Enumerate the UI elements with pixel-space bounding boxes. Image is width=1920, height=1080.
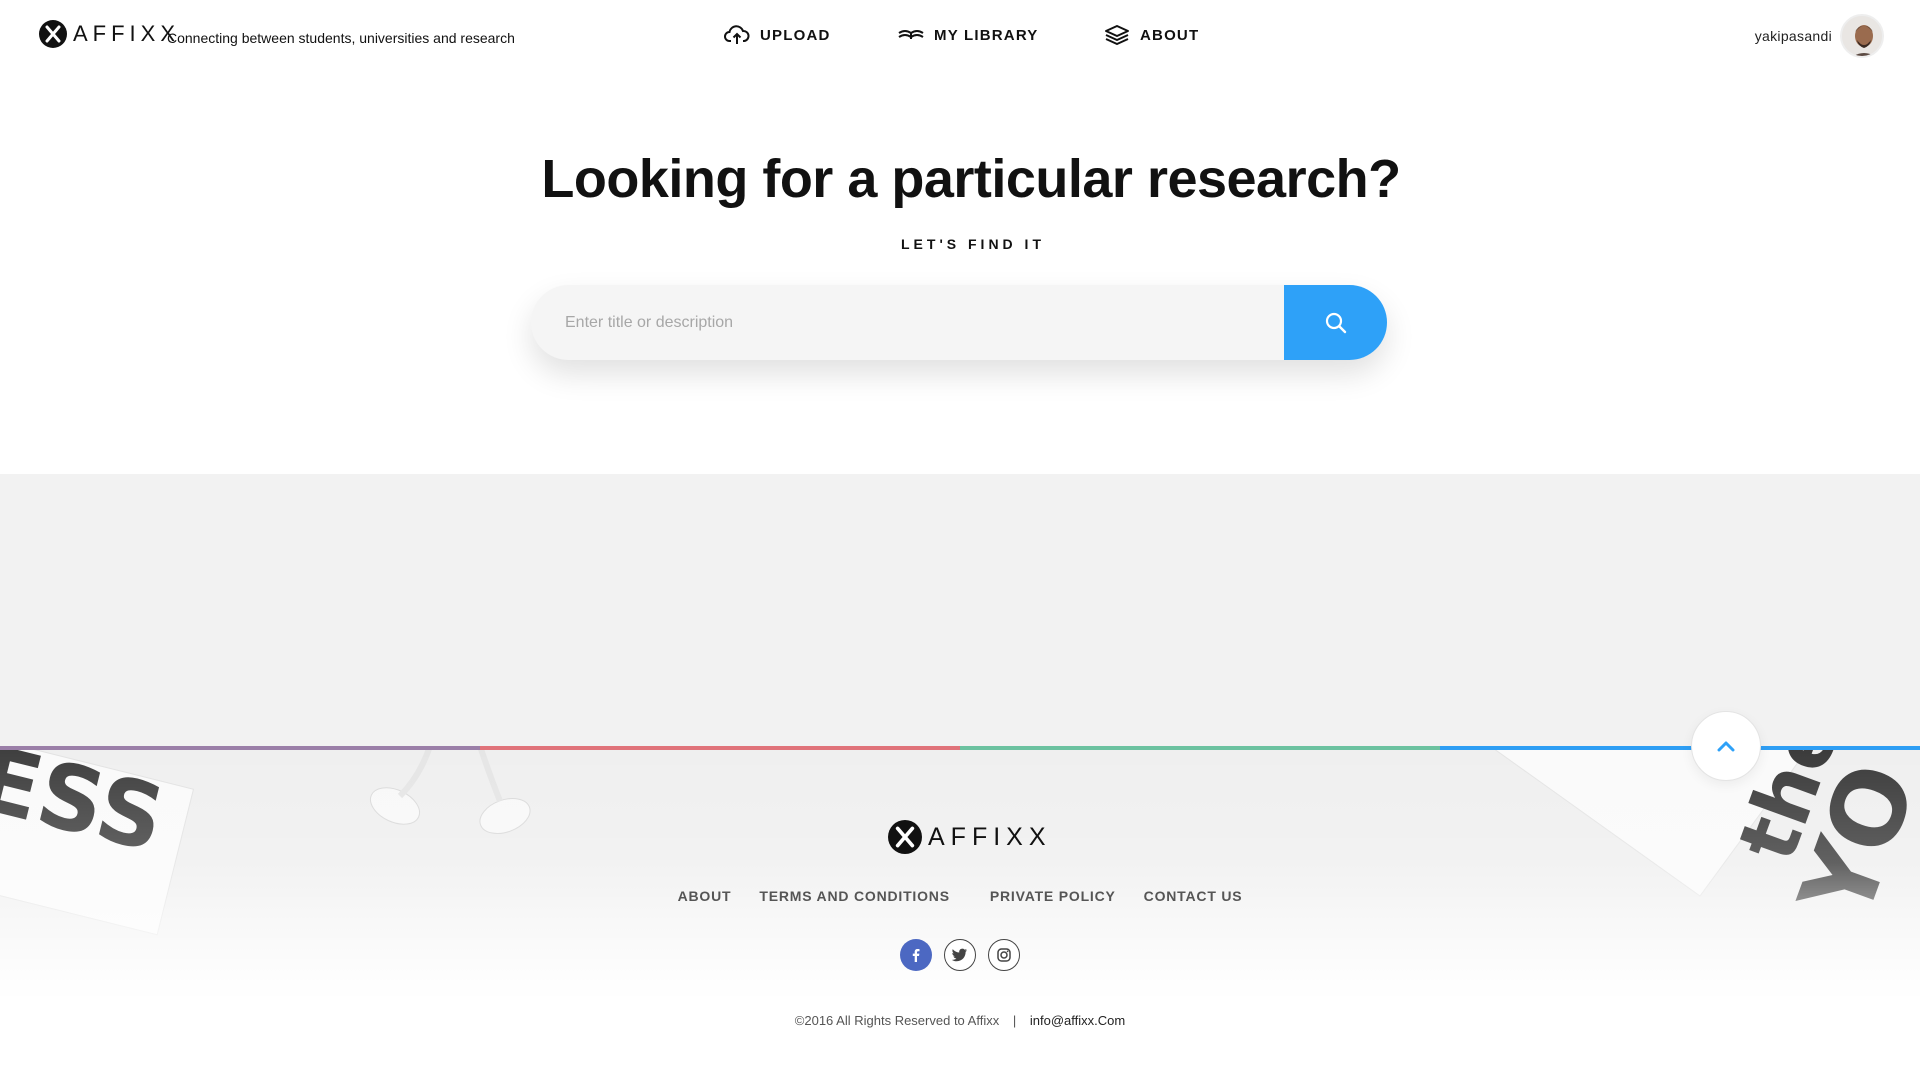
footer-link-contact[interactable]: CONTACT US bbox=[1144, 888, 1243, 904]
twitter-icon[interactable] bbox=[944, 939, 976, 971]
site-footer: ESS the YO bbox=[0, 746, 1920, 1080]
avatar[interactable] bbox=[1840, 14, 1884, 58]
content-area bbox=[0, 474, 1920, 746]
site-header: AFFIXX Connecting between students, univ… bbox=[0, 0, 1920, 78]
search-input[interactable] bbox=[565, 285, 1265, 360]
color-bar-segment bbox=[480, 746, 960, 750]
book-icon bbox=[898, 22, 924, 48]
instagram-icon[interactable] bbox=[988, 939, 1020, 971]
contact-email-link[interactable]: info@affixx.Com bbox=[1030, 1013, 1125, 1028]
footer-link-about[interactable]: ABOUT bbox=[678, 888, 732, 904]
page-subtitle: LET'S FIND IT bbox=[901, 236, 1045, 252]
footer-fade-overlay bbox=[0, 746, 1920, 1080]
footer-link-privacy[interactable]: PRIVATE POLICY bbox=[990, 888, 1116, 904]
color-bar-segment bbox=[1440, 746, 1920, 750]
social-links bbox=[0, 939, 1920, 971]
color-bar-segment bbox=[0, 746, 480, 750]
scroll-to-top-button[interactable] bbox=[1691, 711, 1761, 781]
footer-color-bar bbox=[0, 746, 1920, 750]
page-title: Looking for a particular research? bbox=[541, 149, 1401, 209]
brand-logo[interactable]: AFFIXX bbox=[39, 20, 180, 48]
facebook-icon[interactable] bbox=[900, 939, 932, 971]
footer-link-terms[interactable]: TERMS AND CONDITIONS bbox=[759, 888, 949, 904]
nav-upload-label: UPLOAD bbox=[760, 26, 831, 44]
layers-icon bbox=[1104, 22, 1130, 48]
user-name: yakipasandi bbox=[1754, 28, 1832, 44]
chevron-up-icon bbox=[1717, 740, 1735, 752]
footer-logo[interactable]: AFFIXX bbox=[888, 820, 1052, 854]
color-bar-segment bbox=[960, 746, 1440, 750]
footer-brand-name: AFFIXX bbox=[928, 822, 1052, 851]
brand-tagline: Connecting between students, universitie… bbox=[167, 30, 515, 46]
search-bar bbox=[531, 285, 1387, 360]
user-menu[interactable]: yakipasandi bbox=[1755, 14, 1884, 58]
logo-x-icon bbox=[39, 20, 67, 48]
brand-name: AFFIXX bbox=[73, 21, 181, 46]
search-icon bbox=[1324, 311, 1348, 335]
copyright-line: ©2016 All Rights Reserved to Affixx | in… bbox=[0, 1013, 1920, 1028]
nav-my-library-label: MY LIBRARY bbox=[934, 26, 1039, 44]
logo-x-icon bbox=[888, 820, 922, 854]
copyright-separator: | bbox=[1012, 1013, 1017, 1028]
search-button[interactable] bbox=[1284, 285, 1387, 360]
nav-about[interactable]: ABOUT bbox=[1104, 22, 1199, 48]
nav-about-label: ABOUT bbox=[1140, 26, 1200, 44]
nav-upload[interactable]: UPLOAD bbox=[724, 22, 831, 48]
nav-my-library[interactable]: MY LIBRARY bbox=[898, 22, 1039, 48]
cloud-upload-icon bbox=[724, 22, 750, 48]
footer-links: ABOUT TERMS AND CONDITIONS PRIVATE POLIC… bbox=[0, 888, 1920, 904]
copyright-text: ©2016 All Rights Reserved to Affixx bbox=[794, 1013, 1000, 1028]
